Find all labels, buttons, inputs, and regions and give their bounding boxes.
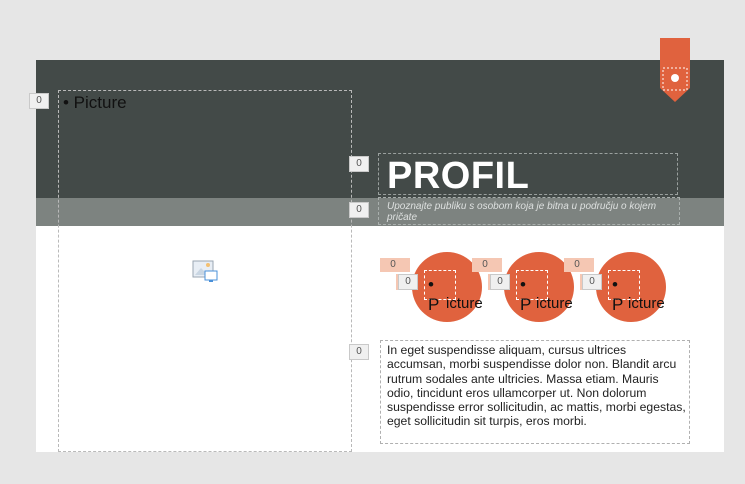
placeholder-tag: 0 [349,344,369,360]
body-text: In eget suspendisse aliquam, cursus ultr… [387,343,686,429]
placeholder-tag: 0 [398,274,418,290]
placeholder-tag: 0 [390,259,396,270]
picture-icon[interactable] [192,258,218,284]
placeholder-tag: 0 [349,202,369,218]
body-placeholder[interactable]: In eget suspendisse aliquam, cursus ultr… [380,340,690,444]
placeholder-tag: 0 [482,259,488,270]
subtitle-text: Upoznajte publiku s osobom koja je bitna… [387,201,657,223]
circle-picture-label-wrap: icture [446,295,483,312]
circle-picture-label: • P [612,275,624,314]
circle-picture-label-wrap: icture [628,295,665,312]
placeholder-tag: 0 [349,156,369,172]
circle-picture-label-wrap: icture [536,295,573,312]
page-title: PROFIL [387,155,530,197]
circle-picture-label: • P [520,275,532,314]
picture-placeholder-label: • Picture [63,93,127,112]
subtitle-placeholder[interactable]: Upoznajte publiku s osobom koja je bitna… [378,197,680,225]
title-placeholder[interactable]: PROFIL [378,153,678,197]
placeholder-tag: 0 [490,274,510,290]
placeholder-tag: 0 [574,259,580,270]
placeholder-tag: 0 [29,93,49,109]
circle-picture-label: • P [428,275,440,314]
placeholder-tag: 0 [582,274,602,290]
bookmark-icon[interactable] [660,38,690,102]
